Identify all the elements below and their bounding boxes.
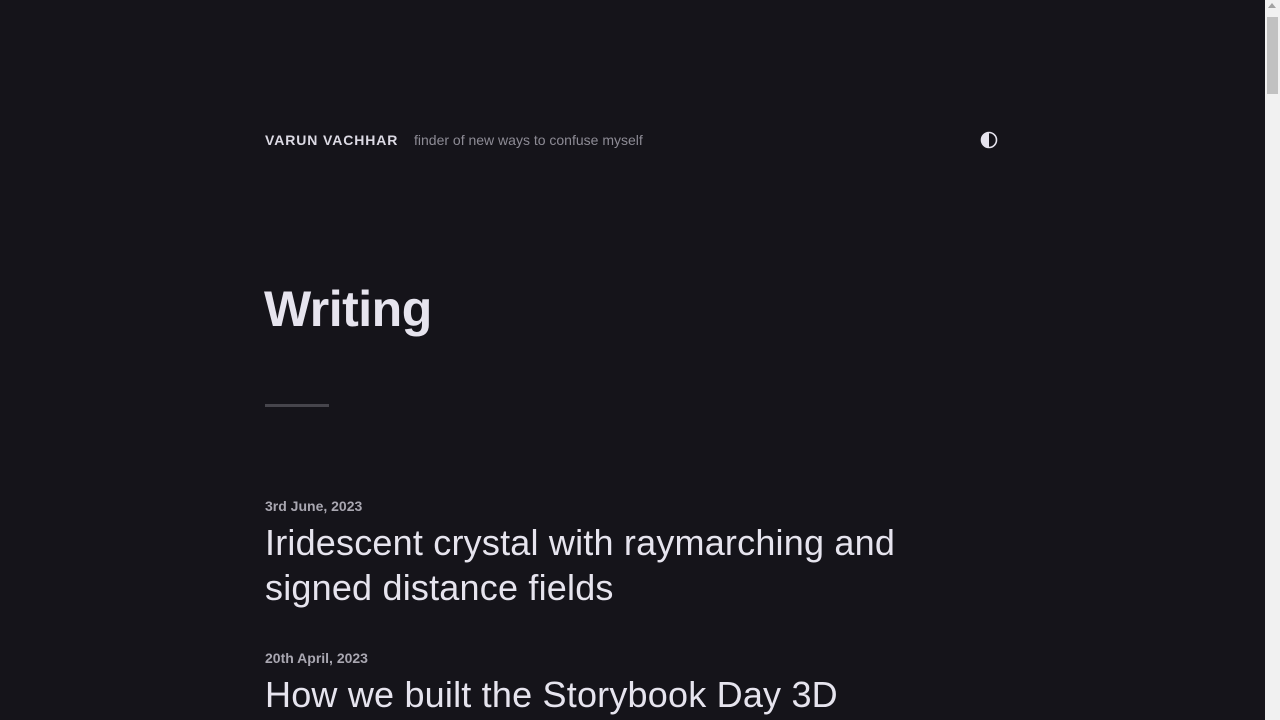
post-title-link[interactable]: Iridescent crystal with raymarching and … <box>265 520 995 610</box>
scrollbar-thumb[interactable] <box>1267 17 1278 94</box>
half-circle-contrast-icon <box>980 131 998 149</box>
page: VARUN VACHHAR finder of new ways to conf… <box>0 0 1280 720</box>
site-tagline: finder of new ways to confuse myself <box>414 132 643 148</box>
post-title-link[interactable]: How we built the Storybook Day 3D <box>265 672 995 717</box>
post-item: 3rd June, 2023 Iridescent crystal with r… <box>265 497 995 610</box>
scroll-up-arrow-icon[interactable] <box>1268 3 1276 8</box>
vertical-scrollbar[interactable] <box>1265 0 1280 720</box>
site-name-link[interactable]: VARUN VACHHAR <box>265 132 398 148</box>
theme-toggle-button[interactable] <box>980 131 998 149</box>
post-item: 20th April, 2023 How we built the Storyb… <box>265 649 995 717</box>
page-title: Writing <box>264 281 432 337</box>
post-date: 3rd June, 2023 <box>265 498 363 514</box>
heading-divider <box>265 404 329 407</box>
post-date: 20th April, 2023 <box>265 650 368 666</box>
site-header: VARUN VACHHAR finder of new ways to conf… <box>265 130 998 152</box>
